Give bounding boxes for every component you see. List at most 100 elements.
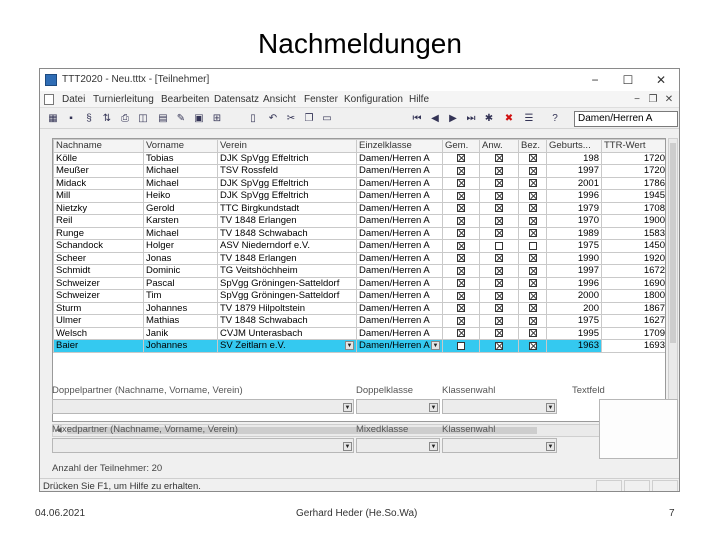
cell-nachname[interactable]: Welsch [53,326,144,340]
cell-nachname[interactable]: Reil [53,214,144,228]
column-header[interactable]: Bez. [518,139,547,153]
dropdown-arrow-icon[interactable]: ▼ [343,403,352,412]
table-icon[interactable]: ▤ [156,112,170,126]
cell-nachname[interactable]: Schweizer [53,289,144,303]
cell-gem[interactable] [442,201,480,215]
cell-gem[interactable] [442,276,480,290]
print-icon[interactable]: ⎙ [118,112,132,126]
checkbox-anw[interactable] [495,216,503,225]
cell-geburt[interactable]: 1996 [546,189,602,203]
cell-gem[interactable] [442,189,480,203]
cell-vorname[interactable]: Heiko [143,189,218,203]
cell-nachname[interactable]: Schmidt [53,264,144,278]
checkbox-bez[interactable] [528,204,537,213]
cell-klasse[interactable]: Damen/Herren A [356,201,443,215]
cell-nachname[interactable]: Runge [53,226,144,240]
cell-gem[interactable] [442,239,480,253]
cell-verein[interactable]: TV 1879 Hilpoltstein [217,301,357,315]
cell-geburt[interactable]: 1963 [546,339,602,353]
checkbox-bez[interactable] [528,266,537,275]
cell-anw[interactable] [479,214,519,228]
cell-verein[interactable]: ASV Niederndorf e.V. [217,239,357,253]
dropdown-arrow-icon[interactable]: ▼ [429,403,438,412]
menu-bearbeiten[interactable]: Bearbeiten [161,94,209,105]
cell-ttr[interactable]: 1900 [601,214,665,228]
table-row[interactable]: Kölle Tobias DJK SpVgg Effeltrich Damen/Her… [53,151,665,165]
cell-anw[interactable] [479,276,519,290]
checkbox-bez[interactable] [528,241,537,250]
checkbox-bez[interactable] [528,154,537,163]
column-header[interactable]: Gem. [442,139,480,153]
checkbox-gem[interactable] [457,254,465,263]
cell-nachname[interactable]: Kölle [53,151,144,165]
cell-bez[interactable] [518,276,547,290]
cell-geburt[interactable]: 1975 [546,314,602,328]
table-row[interactable]: Reil Karsten TV 1848 Erlangen Damen/Herren … [53,214,665,228]
save-icon[interactable]: ▪ [64,112,78,126]
cell-bez[interactable] [518,176,547,190]
cell-verein[interactable]: SpVgg Gröningen-Satteldorf [217,289,357,303]
prev-icon[interactable]: ◀ [428,112,442,126]
cell-nachname[interactable]: Ulmer [53,314,144,328]
cell-verein[interactable]: DJK SpVgg Effeltrich [217,189,357,203]
cell-bez[interactable] [518,201,547,215]
checkbox-bez[interactable] [528,291,537,300]
table-row[interactable]: Schmidt Dominic TG Veitshöchheim Damen/Herr… [53,264,665,278]
checkbox-bez[interactable] [528,254,537,263]
cell-klasse[interactable]: Damen/Herren A [356,164,443,178]
checkbox-anw[interactable] [495,241,503,250]
cell-vorname[interactable]: Pascal [143,276,218,290]
cell-verein[interactable]: TG Veitshöchheim [217,264,357,278]
cell-ttr[interactable]: 1920 [601,251,665,265]
cell-anw[interactable] [479,226,519,240]
cell-nachname[interactable]: Baier [53,339,144,353]
selected-row[interactable]: Baier Johannes ▼ SV Zeitlarn e.V. ▼ Damen/… [53,339,665,353]
checkbox-gem[interactable] [457,241,465,250]
delete-icon[interactable]: ✖ [502,112,516,126]
cell-geburt[interactable]: 1975 [546,239,602,253]
checkbox-anw[interactable] [495,204,503,213]
cell-anw[interactable] [479,301,519,315]
cell-verein[interactable]: TV 1848 Erlangen [217,251,357,265]
cell-gem[interactable] [442,176,480,190]
cell-vorname[interactable]: Johannes [143,339,218,353]
cell-ttr[interactable]: 1720 [601,151,665,165]
cell-klasse[interactable]: Damen/Herren A [356,226,443,240]
cell-ttr[interactable]: 1672 [601,264,665,278]
table-row[interactable]: Meußer Michael TSV Rossfeld Damen/Herren A 1… [53,164,665,178]
checkbox-gem[interactable] [457,204,465,213]
cell-geburt[interactable]: 1997 [546,264,602,278]
checkbox-bez[interactable] [528,316,537,325]
cell-gem[interactable] [442,264,480,278]
cell-anw[interactable] [479,326,519,340]
spell-icon[interactable]: § [82,112,96,126]
undo-icon[interactable]: ↶ [266,112,280,126]
checkbox-bez[interactable] [528,216,537,225]
cell-verein[interactable]: CVJM Unterasbach [217,326,357,340]
cell-ttr[interactable]: 1583 [601,226,665,240]
cell-gem[interactable] [442,339,480,353]
checkbox-anw[interactable] [495,229,503,238]
list-icon[interactable]: ☰ [522,112,536,126]
checkbox-anw[interactable] [495,279,503,288]
cell-gem[interactable] [442,314,480,328]
checkbox-gem[interactable] [457,216,465,225]
cell-bez[interactable] [518,239,547,253]
checkbox-anw[interactable] [495,291,503,300]
cell-geburt[interactable]: 2000 [546,289,602,303]
cell-geburt[interactable]: 1996 [546,276,602,290]
cell-klasse[interactable]: ▼ Damen/Herren A [356,339,443,353]
checkbox-gem[interactable] [457,279,465,288]
table-row[interactable]: Mill Heiko DJK SpVgg Effeltrich Damen/Herre… [53,189,665,203]
table-row[interactable]: Schweizer Tim SpVgg Gröningen-Satteldorf Da… [53,289,665,303]
cell-verein[interactable]: SpVgg Gröningen-Satteldorf [217,276,357,290]
column-header[interactable]: Geburts... [546,139,602,153]
cell-verein[interactable]: DJK SpVgg Effeltrich [217,151,357,165]
cell-vorname[interactable]: Tobias [143,151,218,165]
cell-geburt[interactable]: 2001 [546,176,602,190]
table-row[interactable]: Schweizer Pascal SpVgg Gröningen-Satteldor… [53,276,665,290]
cell-geburt[interactable]: 1989 [546,226,602,240]
cell-vorname[interactable]: Karsten [143,214,218,228]
close-button[interactable]: ✕ [646,71,676,89]
cell-ttr[interactable]: 1450 [601,239,665,253]
